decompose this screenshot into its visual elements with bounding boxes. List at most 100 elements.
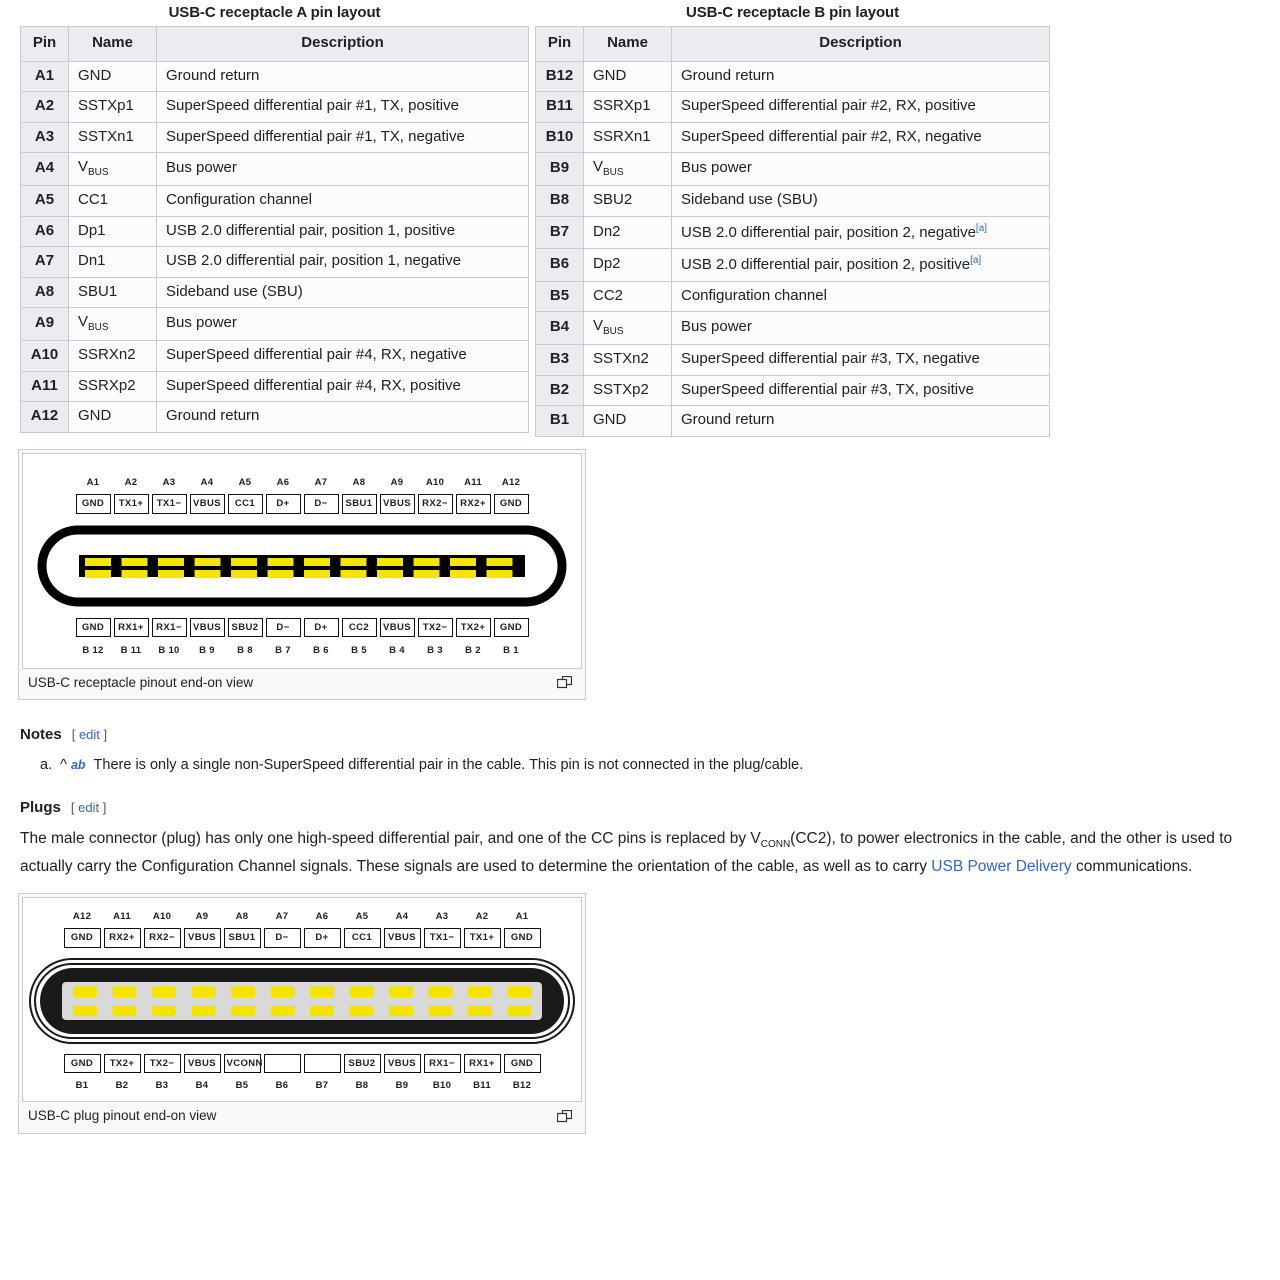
pin-signal-box: RX1+ [113, 617, 149, 637]
enlarge-icon[interactable] [557, 676, 572, 689]
plugs-paragraph: The male connector (plug) has only one h… [20, 826, 1252, 878]
cell-pin: B6 [535, 248, 584, 282]
pin-signal-box: CC1 [343, 928, 381, 948]
enlarge-icon[interactable] [557, 1109, 572, 1123]
pin-signal-cell: TX2− [416, 617, 454, 637]
cell-description: USB 2.0 differential pair, position 1, p… [156, 215, 529, 247]
cell-name: GND [68, 60, 157, 92]
pin-signal-box: GND [493, 617, 529, 637]
pin-reference-label: A4 [200, 476, 214, 488]
pin-reference-label: B 6 [313, 645, 329, 656]
cell-pin: A2 [20, 91, 69, 123]
pin-signal-cell: D− [264, 617, 302, 637]
cell-pin: B8 [535, 185, 584, 217]
pin-signal-box: TX2− [143, 1053, 181, 1074]
pin-signal-box: CC1 [227, 494, 263, 514]
edit-label[interactable]: edit [78, 800, 99, 815]
pin-signal-cell: VBUS [378, 617, 416, 637]
receptacle-pin-contact [304, 557, 330, 566]
receptacle-pin-contact [377, 569, 403, 578]
pin-reference-label: A10 [425, 476, 445, 488]
column-header-pin: Pin [20, 26, 69, 62]
pin-signal-box: RX2− [417, 494, 453, 514]
column-header-name: Name [68, 26, 157, 62]
plug-pin-contact [349, 1004, 374, 1016]
pin-signal-cell: SBU2 [226, 617, 264, 637]
cell-name: SSRXn1 [583, 121, 672, 153]
pin-reference-label: A11 [464, 476, 482, 488]
pin-signal-box: TX1− [423, 928, 461, 948]
pin-reference-label: B8 [355, 1080, 369, 1092]
pin-reference-label: A3 [162, 476, 176, 488]
pin-reference-label: A3 [435, 910, 449, 922]
edit-bracket-open: [ [71, 727, 76, 743]
receptacle-pin-contact [340, 557, 367, 566]
pin-reference-label: A5 [355, 910, 369, 922]
name-subscript: BUS [88, 322, 109, 333]
receptacle-bottom-pin-refs: B 12 B 11 B 10 B 9 B 8 B 7 B 6 B 5 B 4 B 3 B 2 B 1 [23, 646, 581, 656]
table-header-row: Pin Name Description [535, 26, 1050, 62]
pin-signal-box: VBUS [379, 494, 415, 514]
plugs-edit-link[interactable]: [ edit ] [71, 800, 106, 815]
receptacle-pin-contact [231, 569, 257, 578]
plug-pin-contact [231, 1004, 255, 1016]
footnote-ref[interactable]: [a] [970, 255, 981, 266]
receptacle-figure-frame[interactable]: A1 A2 A3 A4 A5 A6 A7 A8 A9 A10 A11 A12 GND TX1+ TX1− V… [22, 452, 582, 669]
table-row: A6 Dp1 USB 2.0 differential pair, position… [20, 215, 529, 247]
footnote-ref[interactable]: [a] [976, 223, 987, 234]
pin-reference-label: B 8 [237, 645, 253, 656]
note-backlink[interactable]: ^ ab [60, 757, 85, 773]
usb-c-pinout-article: USB-C receptacle A pin layout Pin Name D… [0, 0, 1280, 1280]
plug-pin-contact [468, 985, 492, 997]
pin-reference-label: B9 [395, 1080, 409, 1092]
receptacle-bottom-pin-labels: GND RX1+ RX1− VBUS SBU2 D− D+ CC2 VBUS TX2− TX2+ GN… [23, 617, 581, 637]
pin-signal-cell: CC2 [340, 617, 378, 637]
pin-signal-cell: GND [74, 494, 112, 514]
cell-description: Ground return [156, 401, 529, 433]
receptacle-pin-contact [194, 557, 221, 566]
plug-pin-contact [389, 1004, 413, 1016]
edit-label[interactable]: edit [79, 727, 100, 742]
note-backref-b[interactable]: b [78, 758, 86, 772]
note-text: There is only a single non-SuperSpeed di… [93, 757, 804, 774]
cell-name: GND [583, 405, 672, 437]
cell-description: Configuration channel [671, 280, 1050, 312]
cell-description: Sideband use (SBU) [671, 185, 1050, 217]
receptacle-figure-caption-bar: USB-C receptacle pinout end-on view [22, 669, 582, 697]
receptacle-pin-contact [486, 557, 513, 566]
usb-power-delivery-link[interactable]: USB Power Delivery [931, 858, 1071, 875]
pin-signal-box: D− [265, 617, 301, 637]
table-row: A11 SSRXp2 SuperSpeed differential pair #4… [20, 370, 529, 402]
plug-bottom-pin-refs: B1 B2 B3 B4 B5 B6 B7 B8 B9 B10 B11 B12 [23, 1081, 581, 1091]
pin-reference-label: B12 [512, 1080, 532, 1092]
name-subscript: BUS [88, 167, 109, 178]
pin-reference-label: B 9 [199, 645, 215, 656]
plug-figure-frame[interactable]: A12 A11 A10 A9 A8 A7 A6 A5 A4 A3 A2 A1 GND RX2+ RX2− V… [22, 896, 582, 1102]
pin-signal-box: VBUS [183, 928, 221, 948]
cell-pin: B4 [535, 311, 584, 345]
pin-signal-box: VBUS [379, 617, 415, 637]
cell-pin: A3 [20, 121, 69, 153]
pin-tables-row: USB-C receptacle A pin layout Pin Name D… [0, 0, 1280, 437]
table-row: A10 SSRXn2 SuperSpeed differential pair #4… [20, 340, 529, 372]
cell-description: USB 2.0 differential pair, position 2, p… [671, 248, 1050, 282]
table-row: B9 VBUS Bus power [535, 152, 1050, 186]
table-row: B4 VBUS Bus power [535, 311, 1050, 345]
pin-signal-box: RX2+ [455, 494, 491, 514]
pin-signal-box: VCONN [223, 1053, 262, 1074]
table-row: B10 SSRXn1 SuperSpeed differential pair #2… [535, 121, 1050, 153]
receptacle-pin-contact [85, 569, 111, 578]
plug-pin-contact [310, 1004, 334, 1016]
receptacle-figure-thumb: A1 A2 A3 A4 A5 A6 A7 A8 A9 A10 A11 A12 GND TX1+ TX1− V… [18, 448, 586, 701]
cell-pin: B3 [535, 344, 584, 376]
pin-signal-box: GND [503, 1053, 541, 1074]
note-item: a. ^ ab There is only a single non-Super… [40, 757, 1280, 773]
table-row: B3 SSTXn2 SuperSpeed differential pair #3,… [535, 344, 1050, 376]
pin-signal-cell: VBUS [188, 494, 226, 514]
pin-signal-cell: RX1− [150, 617, 188, 637]
pin-signal-box: VBUS [383, 1053, 421, 1074]
cell-name: Dp2 [583, 248, 672, 282]
notes-edit-link[interactable]: [ edit ] [72, 727, 107, 742]
pin-reference-label: B5 [235, 1080, 249, 1092]
note-backref-a[interactable]: a [71, 758, 78, 772]
